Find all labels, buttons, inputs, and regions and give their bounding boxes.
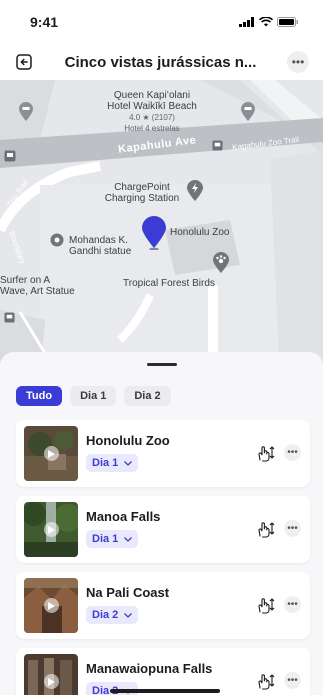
place-card[interactable]: Honolulu Zoo Dia 1 •••: [16, 420, 310, 487]
place-card[interactable]: Manawaiopuna Falls Dia 2 •••: [16, 648, 310, 695]
place-thumbnail[interactable]: [24, 426, 78, 481]
place-card[interactable]: Manoa Falls Dia 1 •••: [16, 496, 310, 563]
charging-line1: ChargePoint: [114, 182, 170, 193]
wifi-icon: [259, 17, 273, 27]
zoo-pin-icon: [213, 252, 229, 273]
map-poi-charging-label: ChargePoint Charging Station: [92, 182, 192, 204]
statue-line2: Gandhi statue: [69, 246, 132, 257]
more-options-button[interactable]: •••: [287, 51, 309, 73]
more-icon: •••: [287, 599, 298, 610]
place-name: Honolulu Zoo: [86, 433, 170, 448]
day-label: Dia 1: [92, 457, 119, 469]
home-indicator[interactable]: [110, 689, 220, 693]
signal-icon: [239, 17, 254, 27]
status-icons: [239, 17, 299, 27]
chevron-down-icon: [124, 612, 133, 618]
play-video-button[interactable]: [44, 446, 59, 461]
place-more-button[interactable]: •••: [284, 672, 301, 689]
statue-pin-icon: [50, 233, 64, 247]
play-video-button[interactable]: [44, 598, 59, 613]
map-poi-surfer-label: Surfer on A Wave, Art Statue: [0, 275, 75, 297]
place-more-button[interactable]: •••: [284, 520, 301, 537]
reorder-drag-icon[interactable]: [256, 596, 276, 614]
map-poi-hotel-label: Queen Kapiʻolani Hotel Waikīkī Beach 4.0…: [92, 90, 212, 134]
reorder-drag-icon[interactable]: [256, 520, 276, 538]
bus-stop-icon: [4, 150, 16, 162]
place-name: Manoa Falls: [86, 509, 161, 524]
more-icon: •••: [287, 675, 298, 686]
day-selector[interactable]: Dia 1: [86, 454, 139, 472]
back-button[interactable]: [14, 52, 34, 72]
sheet-drag-handle[interactable]: [147, 363, 177, 366]
play-video-button[interactable]: [44, 674, 59, 689]
battery-icon: [277, 17, 298, 27]
map-poi-birds-label: Tropical Forest Birds: [123, 278, 215, 289]
day-selector[interactable]: Dia 1: [86, 530, 139, 548]
place-name: Na Pali Coast: [86, 585, 170, 600]
hotel-pin-icon: [241, 102, 255, 121]
place-name: Manawaiopuna Falls: [86, 661, 213, 676]
place-thumbnail[interactable]: [24, 578, 78, 633]
hotel-class: Hotel 4 estrelas: [124, 124, 180, 133]
day-selector[interactable]: Dia 2: [86, 606, 139, 624]
day-label: Dia 2: [92, 609, 119, 621]
place-card[interactable]: Na Pali Coast Dia 2 •••: [16, 572, 310, 639]
hotel-name-line1: Queen Kapiʻolani: [113, 90, 191, 101]
place-more-button[interactable]: •••: [284, 596, 301, 613]
hotel-rating: 4.0 ★ (2107): [129, 113, 175, 122]
status-bar: 9:41: [0, 0, 323, 44]
surfer-line1: Surfer on A: [0, 275, 51, 286]
place-more-button[interactable]: •••: [284, 444, 301, 461]
play-icon: [48, 525, 55, 534]
chevron-down-icon: [124, 536, 133, 542]
more-icon: •••: [287, 523, 298, 534]
nav-header: Cinco vistas jurássicas n... •••: [0, 44, 323, 80]
map-poi-zoo-label: Honolulu Zoo: [170, 227, 230, 238]
tab-day-2[interactable]: Dia 2: [124, 386, 171, 406]
place-thumbnail[interactable]: [24, 502, 78, 557]
play-icon: [48, 601, 55, 610]
bus-stop-icon: [4, 312, 15, 323]
tab-day-1[interactable]: Dia 1: [70, 386, 117, 406]
reorder-drag-icon[interactable]: [256, 672, 276, 690]
tab-all[interactable]: Tudo: [16, 386, 63, 406]
selected-location-pin-icon[interactable]: [141, 216, 167, 250]
status-time: 9:41: [30, 14, 59, 30]
hotel-pin-icon: [19, 102, 33, 121]
charging-line2: Charging Station: [104, 193, 180, 204]
place-thumbnail[interactable]: [24, 654, 78, 695]
page-title: Cinco vistas jurássicas n...: [64, 53, 257, 71]
back-arrow-icon: [16, 54, 32, 70]
chevron-down-icon: [124, 460, 133, 466]
play-video-button[interactable]: [44, 522, 59, 537]
reorder-drag-icon[interactable]: [256, 444, 276, 462]
more-icon: •••: [287, 447, 298, 458]
more-icon: •••: [291, 55, 305, 69]
map-poi-statue-label: Mohandas K. Gandhi statue: [69, 235, 131, 257]
play-icon: [48, 677, 55, 686]
statue-line1: Mohandas K.: [69, 235, 128, 246]
itinerary-sheet: Tudo Dia 1 Dia 2 Honolulu Zoo Dia 1 ••• …: [0, 352, 323, 695]
play-icon: [48, 449, 55, 458]
day-label: Dia 1: [92, 533, 119, 545]
hotel-name-line2: Hotel Waikīkī Beach: [107, 101, 197, 112]
bus-stop-icon: [212, 140, 223, 151]
day-filter-tabs: Tudo Dia 1 Dia 2: [16, 386, 171, 406]
surfer-line2: Wave, Art Statue: [0, 286, 75, 297]
map-view[interactable]: Queen Kapiʻolani Hotel Waikīkī Beach 4.0…: [0, 80, 323, 380]
